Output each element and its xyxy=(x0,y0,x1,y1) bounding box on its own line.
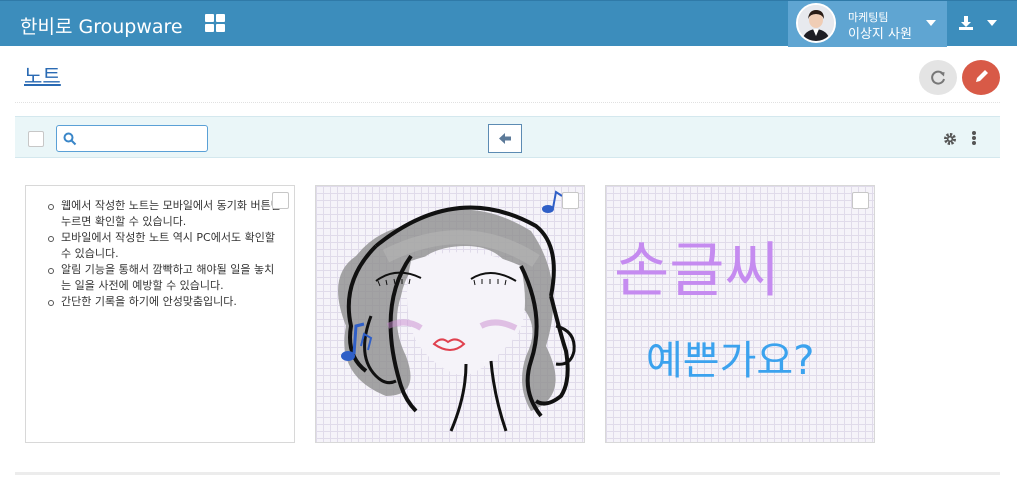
refresh-icon xyxy=(931,70,945,85)
new-note-button[interactable] xyxy=(962,60,1000,95)
handwriting-line-1: 손글씨 xyxy=(614,236,780,306)
brand-title[interactable]: 한비로 Groupware xyxy=(20,12,183,39)
note-card[interactable] xyxy=(315,185,585,443)
download-icon[interactable] xyxy=(958,15,974,31)
note-text: 웹에서 작성한 노트는 모바일에서 동기화 버튼만 누르면 확인할 수 있습니다… xyxy=(46,198,284,310)
search-input[interactable] xyxy=(56,125,208,152)
select-all-checkbox[interactable] xyxy=(28,131,44,147)
note-card[interactable]: 웹에서 작성한 노트는 모바일에서 동기화 버튼만 누르면 확인할 수 있습니다… xyxy=(25,185,295,443)
more-vertical-icon[interactable] xyxy=(971,130,977,146)
note-checkbox[interactable] xyxy=(852,192,869,209)
note-card[interactable]: 손글씨 예쁜가요? xyxy=(605,185,875,443)
avatar xyxy=(796,3,836,43)
back-button[interactable] xyxy=(488,124,522,153)
divider xyxy=(15,472,1000,475)
divider xyxy=(15,102,1000,103)
note-checkbox[interactable] xyxy=(562,192,579,209)
pencil-icon xyxy=(976,70,988,82)
user-menu[interactable]: 마케팅팀 이상지 사원 xyxy=(788,1,947,47)
handwriting-drawing: 손글씨 예쁜가요? xyxy=(614,236,814,384)
apps-grid-icon[interactable] xyxy=(205,14,226,33)
page-title: 노트 xyxy=(24,64,61,88)
search-icon xyxy=(63,132,77,146)
girl-sketch-drawing xyxy=(338,190,576,432)
list-item: 웹에서 작성한 노트는 모바일에서 동기화 버튼만 누르면 확인할 수 있습니다… xyxy=(46,198,284,230)
chevron-down-icon[interactable] xyxy=(987,20,997,26)
note-checkbox[interactable] xyxy=(272,192,289,209)
user-name: 이상지 사원 xyxy=(848,27,912,42)
top-navbar: 한비로 Groupware 마케팅팀 이상지 사원 xyxy=(0,0,1017,47)
list-toolbar xyxy=(15,116,1000,158)
gear-icon[interactable] xyxy=(943,131,957,145)
sync-button[interactable] xyxy=(919,60,957,95)
handwriting-line-2: 예쁜가요? xyxy=(646,338,814,384)
chevron-down-icon[interactable] xyxy=(926,20,936,26)
list-item: 모바일에서 작성한 노트 역시 PC에서도 확인할 수 있습니다. xyxy=(46,230,284,262)
list-item: 알림 기능을 통해서 깜빡하고 해야될 일을 놓치는 일을 사전에 예방할 수 … xyxy=(46,262,284,294)
arrow-left-icon xyxy=(499,133,511,144)
list-item: 간단한 기록을 하기에 안성맞춤입니다. xyxy=(46,294,284,310)
